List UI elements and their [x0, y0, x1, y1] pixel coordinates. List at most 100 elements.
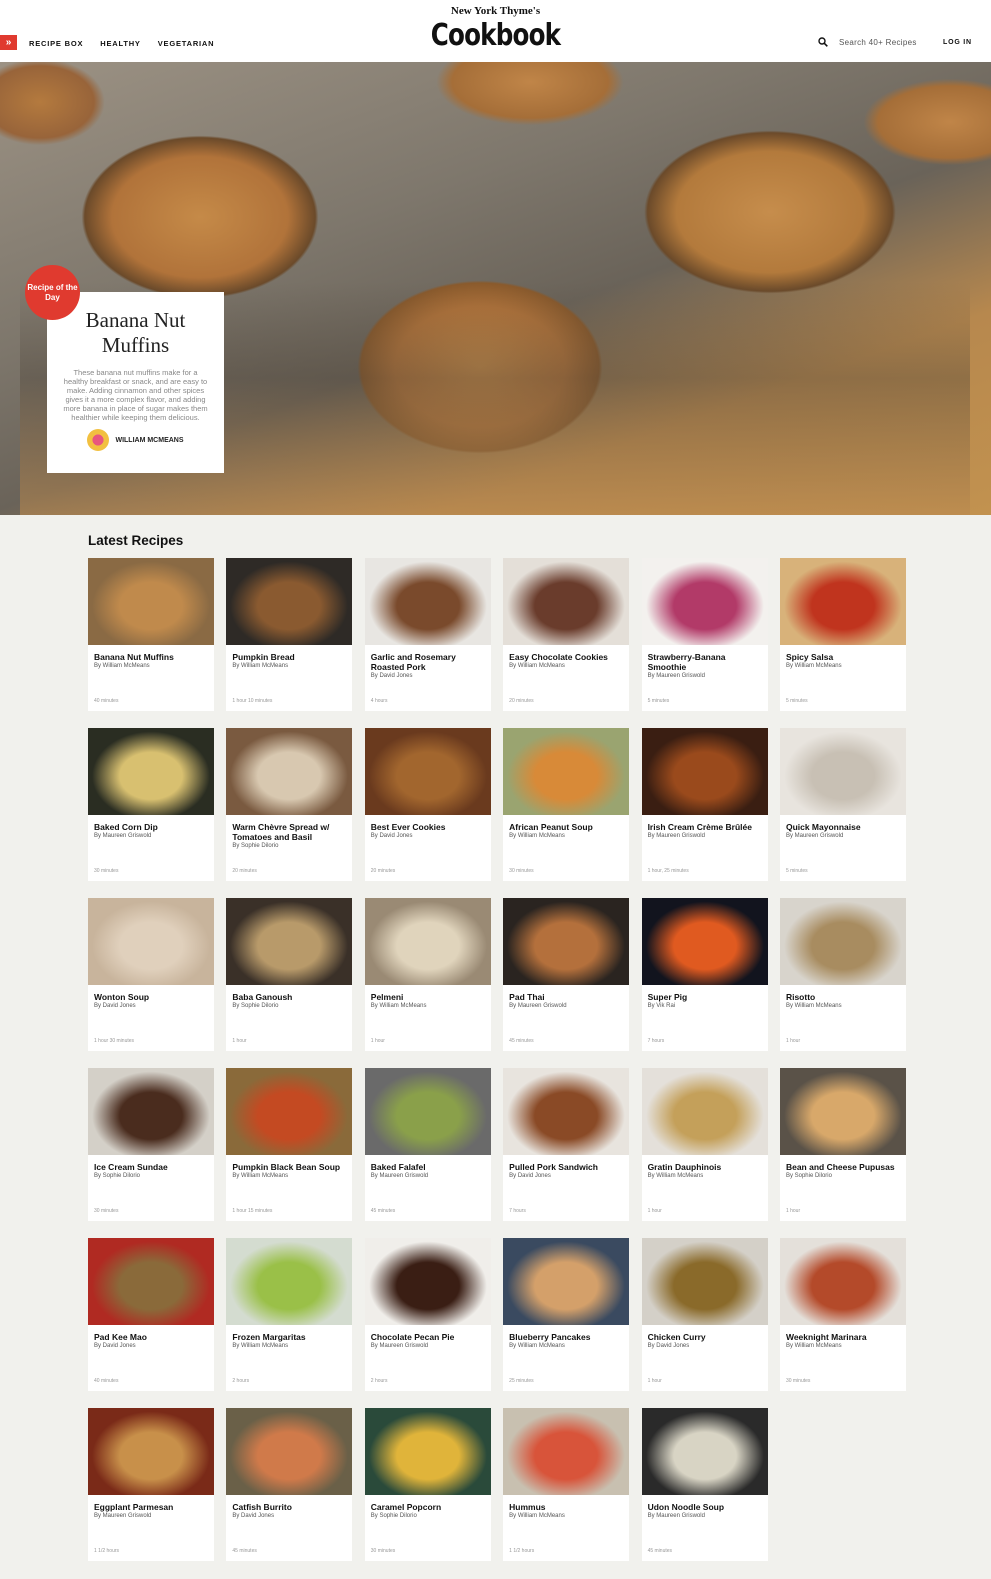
recipe-title[interactable]: Quick Mayonnaise	[780, 815, 906, 832]
recipe-title[interactable]: Pad Thai	[503, 985, 629, 1002]
recipe-title[interactable]: Hummus	[503, 1495, 629, 1512]
recipe-title[interactable]: Udon Noodle Soup	[642, 1495, 768, 1512]
recipe-card[interactable]: Warm Chèvre Spread w/ Tomatoes and Basil…	[226, 728, 353, 881]
recipe-thumbnail[interactable]	[641, 1408, 768, 1495]
recipe-thumbnail[interactable]	[364, 1408, 491, 1495]
recipe-title[interactable]: Baba Ganoush	[226, 985, 352, 1002]
recipe-thumbnail[interactable]	[364, 728, 491, 815]
recipe-card[interactable]: Pumpkin Black Bean Soup By William McMean…	[226, 1068, 353, 1221]
recipe-card[interactable]: Irish Cream Crème Brûlée By Maureen Grisw…	[641, 728, 768, 881]
recipe-thumbnail[interactable]	[226, 728, 353, 815]
login-link[interactable]: LOG IN	[943, 39, 972, 46]
recipe-title[interactable]: Ice Cream Sundae	[88, 1155, 214, 1172]
recipe-card[interactable]: Pumpkin Bread By William McMeans 1 hour 10…	[226, 558, 353, 711]
recipe-thumbnail[interactable]	[503, 1238, 630, 1325]
recipe-title[interactable]: Easy Chocolate Cookies	[503, 645, 629, 662]
recipe-title[interactable]: Blueberry Pancakes	[503, 1325, 629, 1342]
recipe-thumbnail[interactable]	[88, 1068, 214, 1155]
recipe-card[interactable]: Best Ever Cookies By David Jones 20 minute…	[364, 728, 491, 881]
recipe-thumbnail[interactable]	[779, 898, 906, 985]
recipe-thumbnail[interactable]	[364, 1068, 491, 1155]
hero-title[interactable]: Banana Nut Muffins	[63, 308, 208, 358]
recipe-card[interactable]: Pelmeni By William McMeans 1 hour	[364, 898, 491, 1051]
recipe-card[interactable]: Quick Mayonnaise By Maureen Griswold 5 min…	[779, 728, 906, 881]
recipe-card[interactable]: Chocolate Pecan Pie By Maureen Griswold 2 …	[364, 1238, 491, 1391]
recipe-thumbnail[interactable]	[88, 1408, 214, 1495]
recipe-title[interactable]: Pulled Pork Sandwich	[503, 1155, 629, 1172]
recipe-title[interactable]: African Peanut Soup	[503, 815, 629, 832]
recipe-card[interactable]: Baba Ganoush By Sophie Dilorio 1 hour	[226, 898, 353, 1051]
recipe-title[interactable]: Catfish Burrito	[226, 1495, 352, 1512]
recipe-thumbnail[interactable]	[641, 728, 768, 815]
recipe-thumbnail[interactable]	[226, 1238, 353, 1325]
recipe-of-the-day-card[interactable]: Banana Nut Muffins These banana nut muff…	[47, 292, 224, 473]
recipe-title[interactable]: Pelmeni	[365, 985, 491, 1002]
recipe-title[interactable]: Caramel Popcorn	[365, 1495, 491, 1512]
recipe-title[interactable]: Pumpkin Black Bean Soup	[226, 1155, 352, 1172]
recipe-title[interactable]: Super Pig	[642, 985, 768, 1002]
recipe-card[interactable]: Hummus By William McMeans 1 1/2 hours	[503, 1408, 630, 1561]
recipe-thumbnail[interactable]	[641, 558, 768, 645]
recipe-thumbnail[interactable]	[641, 1238, 768, 1325]
recipe-card[interactable]: Blueberry Pancakes By William McMeans 25 m…	[503, 1238, 630, 1391]
recipe-thumbnail[interactable]	[641, 898, 768, 985]
recipe-card[interactable]: Baked Corn Dip By Maureen Griswold 30 minu…	[88, 728, 214, 881]
recipe-card[interactable]: Gratin Dauphinois By William McMeans 1 hou…	[641, 1068, 768, 1221]
recipe-thumbnail[interactable]	[779, 728, 906, 815]
recipe-title[interactable]: Warm Chèvre Spread w/ Tomatoes and Basil	[226, 815, 352, 842]
recipe-card[interactable]: Catfish Burrito By David Jones 45 minutes	[226, 1408, 353, 1561]
recipe-thumbnail[interactable]	[226, 1408, 353, 1495]
recipe-card[interactable]: Pad Kee Mao By David Jones 40 minutes	[88, 1238, 214, 1391]
recipe-thumbnail[interactable]	[88, 1238, 214, 1325]
recipe-thumbnail[interactable]	[364, 898, 491, 985]
recipe-card[interactable]: Udon Noodle Soup By Maureen Griswold 45 mi…	[641, 1408, 768, 1561]
recipe-title[interactable]: Wonton Soup	[88, 985, 214, 1002]
recipe-card[interactable]: Weeknight Marinara By William McMeans 30 m…	[779, 1238, 906, 1391]
recipe-title[interactable]: Gratin Dauphinois	[642, 1155, 768, 1172]
recipe-thumbnail[interactable]	[226, 898, 353, 985]
recipe-card[interactable]: Spicy Salsa By William McMeans 5 minutes	[779, 558, 906, 711]
recipe-card[interactable]: Eggplant Parmesan By Maureen Griswold 1 1/…	[88, 1408, 214, 1561]
recipe-title[interactable]: Risotto	[780, 985, 906, 1002]
recipe-card[interactable]: Risotto By William McMeans 1 hour	[779, 898, 906, 1051]
recipe-title[interactable]: Bean and Cheese Pupusas	[780, 1155, 906, 1172]
recipe-title[interactable]: Eggplant Parmesan	[88, 1495, 214, 1512]
recipe-thumbnail[interactable]	[503, 728, 630, 815]
recipe-thumbnail[interactable]	[503, 558, 630, 645]
hero-author[interactable]: WILLIAM MCMEANS	[63, 429, 208, 451]
recipe-thumbnail[interactable]	[641, 1068, 768, 1155]
recipe-card[interactable]: Wonton Soup By David Jones 1 hour 30 minut…	[88, 898, 214, 1051]
nav-recipe-box[interactable]: RECIPE BOX	[29, 39, 83, 48]
recipe-title[interactable]: Spicy Salsa	[780, 645, 906, 662]
search-input[interactable]: Search 40+ Recipes	[839, 38, 917, 47]
recipe-title[interactable]: Pumpkin Bread	[226, 645, 352, 662]
recipe-card[interactable]: African Peanut Soup By William McMeans 30 …	[503, 728, 630, 881]
recipe-card[interactable]: Garlic and Rosemary Roasted Pork By David…	[364, 558, 491, 711]
recipe-card[interactable]: Bean and Cheese Pupusas By Sophie Dilorio…	[779, 1068, 906, 1221]
recipe-card[interactable]: Frozen Margaritas By William McMeans 2 hou…	[226, 1238, 353, 1391]
recipe-card[interactable]: Banana Nut Muffins By William McMeans 40 m…	[88, 558, 214, 711]
recipe-card[interactable]: Baked Falafel By Maureen Griswold 45 minut…	[364, 1068, 491, 1221]
recipe-title[interactable]: Banana Nut Muffins	[88, 645, 214, 662]
recipe-thumbnail[interactable]	[88, 728, 214, 815]
brand-logo[interactable]: Cookbook	[89, 18, 902, 53]
recipe-title[interactable]: Chocolate Pecan Pie	[365, 1325, 491, 1342]
recipe-thumbnail[interactable]	[226, 558, 353, 645]
recipe-card[interactable]: Pulled Pork Sandwich By David Jones 7 hour…	[503, 1068, 630, 1221]
recipe-title[interactable]: Irish Cream Crème Brûlée	[642, 815, 768, 832]
search-box[interactable]: Search 40+ Recipes	[818, 37, 917, 47]
recipe-title[interactable]: Baked Corn Dip	[88, 815, 214, 832]
recipe-thumbnail[interactable]	[779, 558, 906, 645]
recipe-card[interactable]: Chicken Curry By David Jones 1 hour	[641, 1238, 768, 1391]
recipe-title[interactable]: Best Ever Cookies	[365, 815, 491, 832]
recipe-thumbnail[interactable]	[779, 1238, 906, 1325]
recipe-card[interactable]: Ice Cream Sundae By Sophie Dilorio 30 minu…	[88, 1068, 214, 1221]
recipe-thumbnail[interactable]	[364, 1238, 491, 1325]
recipe-thumbnail[interactable]	[88, 898, 214, 985]
recipe-thumbnail[interactable]	[779, 1068, 906, 1155]
recipe-title[interactable]: Strawberry-Banana Smoothie	[642, 645, 768, 672]
menu-button[interactable]: »	[0, 35, 17, 50]
recipe-title[interactable]: Chicken Curry	[642, 1325, 768, 1342]
recipe-card[interactable]: Easy Chocolate Cookies By William McMeans…	[503, 558, 630, 711]
recipe-card[interactable]: Super Pig By Vik Rai 7 hours	[641, 898, 768, 1051]
